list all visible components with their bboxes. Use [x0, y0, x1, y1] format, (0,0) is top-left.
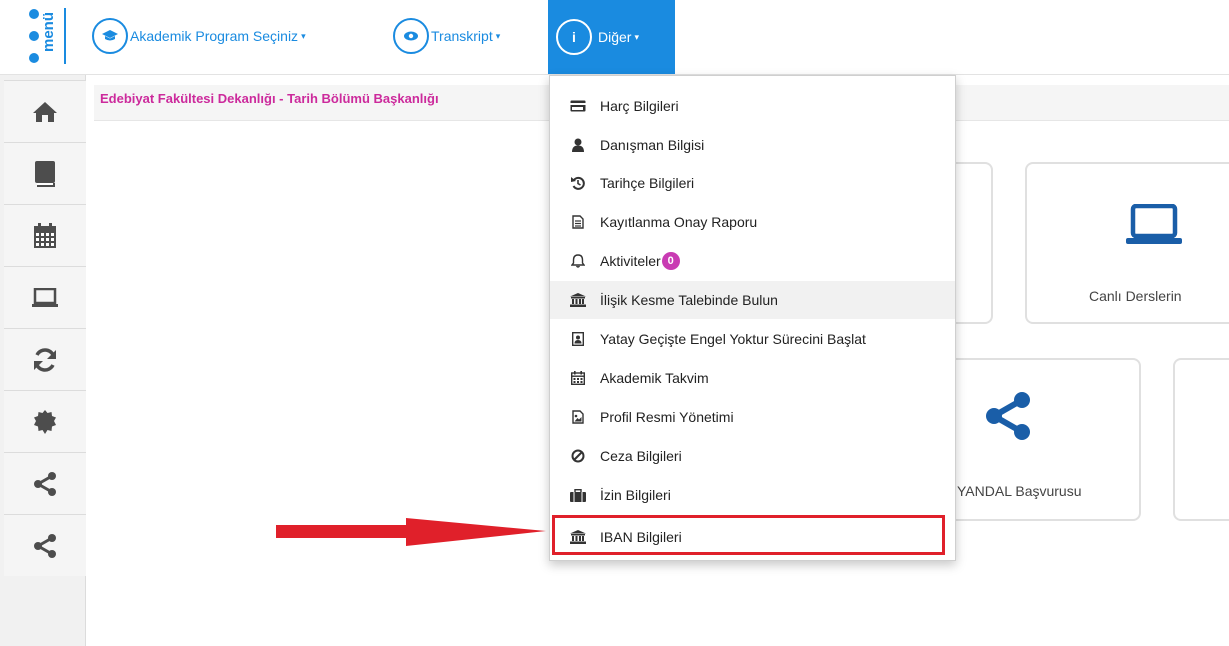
- info-icon: i: [556, 19, 592, 55]
- menu-item-withdrawal-request[interactable]: İlişik Kesme Talebinde Bulun: [550, 281, 955, 319]
- logo-divider: [64, 8, 66, 64]
- menu-item-enrollment-report[interactable]: Kayıtlanma Onay Raporu: [550, 203, 955, 241]
- menu-item-label: Yatay Geçişte Engel Yoktur Sürecini Başl…: [600, 331, 866, 347]
- history-icon: [570, 175, 586, 191]
- menu-item-profile-photo[interactable]: Profil Resmi Yönetimi: [550, 398, 955, 436]
- badge-icon: [34, 409, 56, 434]
- menu-item-advisor[interactable]: Danışman Bilgisi: [550, 126, 955, 164]
- dashboard-card[interactable]: [1173, 358, 1229, 521]
- nav-other[interactable]: i Diğer ▾: [548, 0, 675, 74]
- other-dropdown-menu: Harç Bilgileri Danışman Bilgisi Tarihçe …: [549, 75, 956, 561]
- credit-card-icon: [570, 98, 586, 114]
- logo-dot: [29, 9, 39, 19]
- chevron-down-icon: ▾: [301, 30, 306, 41]
- menu-item-history[interactable]: Tarihçe Bilgileri: [550, 164, 955, 202]
- menu-item-label: Danışman Bilgisi: [600, 137, 705, 153]
- menu-item-academic-calendar[interactable]: Akademik Takvim: [550, 359, 955, 397]
- book-icon: [35, 160, 55, 187]
- bell-icon: [570, 253, 586, 269]
- live-lessons-label: Canlı Derslerin: [1089, 288, 1182, 304]
- yandal-label: YANDAL Başvurusu: [957, 483, 1082, 499]
- chevron-down-icon: ▾: [634, 31, 639, 42]
- portrait-icon: [570, 331, 586, 347]
- sidebar-item-laptop[interactable]: [4, 266, 86, 328]
- activities-count-badge: 0: [661, 252, 680, 270]
- share-icon: [34, 533, 56, 558]
- nav-transcript[interactable]: Transkript ▾: [393, 18, 501, 54]
- menu-item-leave[interactable]: İzin Bilgileri: [550, 476, 955, 514]
- sidebar-item-refresh[interactable]: [4, 328, 86, 390]
- share-icon: [34, 471, 56, 496]
- menu-item-label: Aktiviteler: [600, 253, 661, 269]
- menu-item-label: İlişik Kesme Talebinde Bulun: [600, 292, 778, 308]
- menu-item-tuition[interactable]: Harç Bilgileri: [550, 87, 955, 125]
- sidebar-item-book[interactable]: [4, 142, 86, 204]
- home-icon: [33, 101, 57, 122]
- laptop-icon: [1126, 204, 1182, 244]
- user-icon: [570, 137, 586, 153]
- menu-logo[interactable]: menü: [22, 0, 82, 75]
- menu-item-label: Akademik Takvim: [600, 370, 709, 386]
- menu-item-penalty[interactable]: Ceza Bilgileri: [550, 437, 955, 475]
- nav-transcript-label: Transkript: [431, 28, 493, 44]
- sidebar-item-calendar[interactable]: [4, 204, 86, 266]
- eye-icon: [393, 18, 429, 54]
- menu-item-label: Harç Bilgileri: [600, 98, 679, 114]
- sidebar-item-share-1[interactable]: [4, 452, 86, 514]
- breadcrumb-text: Edebiyat Fakültesi Dekanlığı - Tarih Böl…: [100, 91, 439, 106]
- menu-item-label: Profil Resmi Yönetimi: [600, 409, 734, 425]
- image-icon: [570, 409, 586, 425]
- red-arrow-annotation: [276, 518, 546, 546]
- menu-item-label: Tarihçe Bilgileri: [600, 175, 695, 191]
- document-icon: [570, 214, 586, 230]
- live-lessons-card[interactable]: Canlı Derslerin: [1025, 162, 1229, 324]
- calendar-icon: [570, 370, 586, 386]
- logo-dot: [29, 31, 39, 41]
- menu-item-label: Ceza Bilgileri: [600, 448, 682, 464]
- laptop-icon: [32, 287, 58, 307]
- ban-icon: [570, 448, 586, 464]
- nav-academic-program-label: Akademik Program Seçiniz: [130, 28, 299, 44]
- briefcase-icon: [570, 487, 586, 503]
- menu-item-label: İzin Bilgileri: [600, 487, 671, 503]
- logo-dot: [29, 53, 39, 63]
- menu-item-transfer-process[interactable]: Yatay Geçişte Engel Yoktur Sürecini Başl…: [550, 320, 955, 358]
- bank-icon: [570, 292, 586, 308]
- share-icon: [986, 392, 1030, 440]
- iban-highlight-box: [552, 515, 945, 555]
- top-navigation-bar: menü Akademik Program Seçiniz ▾ Transkrip…: [0, 0, 1229, 75]
- sidebar: [0, 75, 86, 646]
- menu-logo-text: menü: [40, 11, 57, 52]
- graduation-cap-icon: [92, 18, 128, 54]
- sidebar-item-share-2[interactable]: [4, 514, 86, 576]
- chevron-down-icon: ▾: [495, 30, 501, 41]
- menu-item-activities[interactable]: Aktiviteler 0: [550, 242, 955, 280]
- sidebar-item-certificate[interactable]: [4, 390, 86, 452]
- sidebar-item-home[interactable]: [4, 80, 86, 142]
- nav-other-label: Diğer: [598, 29, 632, 45]
- menu-item-label: Kayıtlanma Onay Raporu: [600, 214, 758, 230]
- refresh-icon: [34, 347, 56, 372]
- calendar-icon: [34, 222, 56, 248]
- nav-academic-program[interactable]: Akademik Program Seçiniz ▾: [92, 18, 306, 54]
